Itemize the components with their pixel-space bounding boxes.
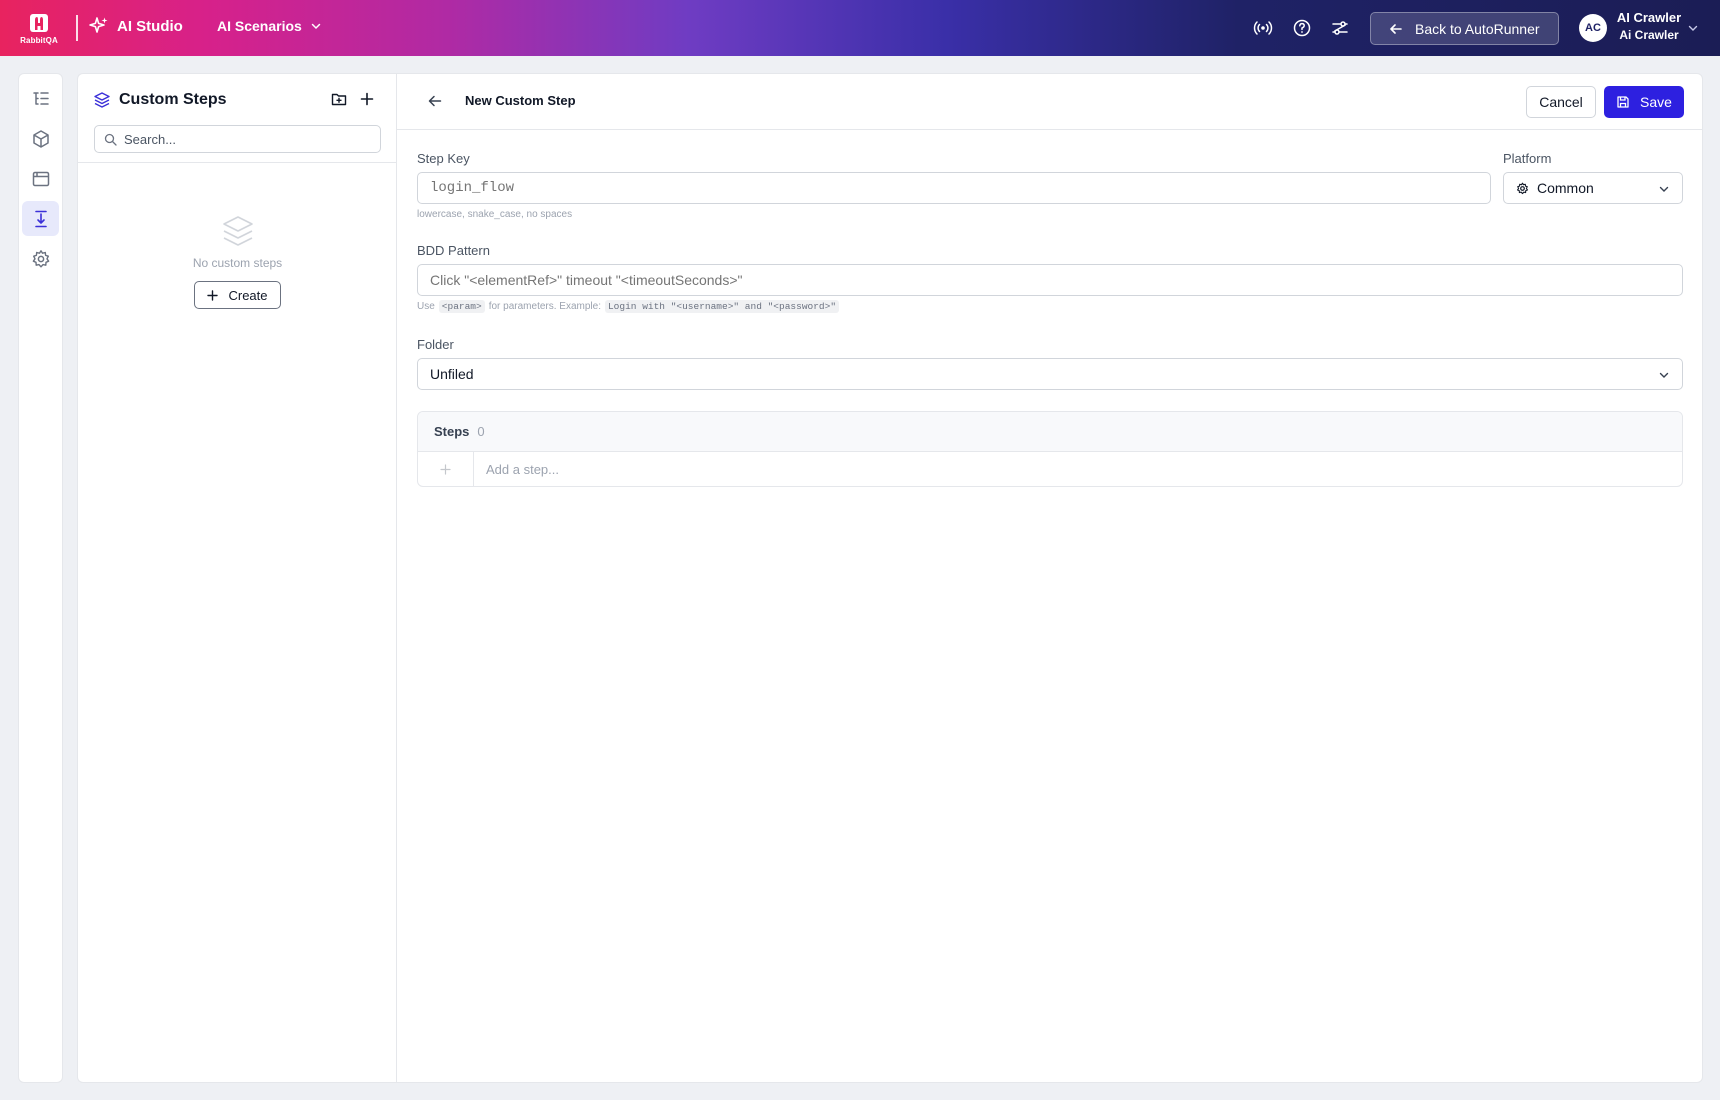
create-button[interactable]: Create	[194, 281, 281, 309]
bdd-pattern-input[interactable]	[430, 272, 1682, 288]
bdd-pattern-hint: Use <param> for parameters. Example: Log…	[417, 300, 840, 313]
header-divider	[76, 15, 78, 41]
panel-title-text: Custom Steps	[119, 91, 227, 108]
hint-middle: for parameters. Example:	[488, 301, 601, 312]
add-step-row	[418, 452, 1682, 486]
hint-param-code: <param>	[438, 300, 485, 313]
app-name: AI Studio	[117, 17, 183, 35]
browser-window-icon	[32, 171, 49, 186]
arrow-left-icon[interactable]	[427, 93, 443, 109]
folder-label: Folder	[417, 337, 454, 352]
empty-state: No custom steps Create	[78, 214, 397, 309]
folder-value: Unfiled	[430, 366, 474, 382]
step-key-field	[417, 172, 1491, 204]
editor-header: New Custom Step Cancel Save	[397, 74, 1702, 130]
platform-value: Common	[1537, 180, 1594, 196]
rail-item-pages[interactable]	[22, 161, 59, 196]
step-key-input[interactable]	[430, 180, 1490, 196]
save-disk-icon	[1617, 96, 1629, 108]
folder-select[interactable]: Unfiled	[417, 358, 1683, 390]
bdd-pattern-label: BDD Pattern	[417, 243, 490, 258]
custom-steps-panel: Custom Steps No custom steps Create	[77, 73, 397, 1083]
logo-text: RabbitQA	[20, 36, 58, 45]
search-input[interactable]	[124, 131, 364, 147]
plus-icon[interactable]	[359, 91, 375, 107]
back-to-autorunner-button[interactable]: Back to AutoRunner	[1370, 12, 1559, 45]
rail-item-components[interactable]	[22, 121, 59, 156]
gear-icon	[32, 249, 49, 267]
broadcast-icon[interactable]	[1252, 17, 1274, 39]
scenarios-menu[interactable]: AI Scenarios	[217, 18, 322, 34]
sparkles-icon	[89, 17, 108, 33]
rail-item-scenarios[interactable]	[22, 81, 59, 116]
settings-sliders-icon[interactable]	[1329, 17, 1351, 39]
scenarios-menu-label: AI Scenarios	[217, 18, 302, 34]
hint-prefix: Use	[417, 301, 435, 312]
step-into-icon	[34, 210, 47, 227]
steps-header: Steps 0	[418, 412, 1682, 452]
layers-icon	[94, 92, 110, 108]
list-tree-icon	[32, 91, 49, 105]
plus-icon	[440, 464, 451, 475]
chevron-down-icon	[1659, 372, 1669, 378]
new-folder-icon[interactable]	[331, 91, 347, 107]
add-step-plus-button[interactable]	[418, 452, 474, 486]
chevron-down-icon	[1659, 186, 1669, 192]
app-title[interactable]: AI Studio	[89, 16, 183, 36]
chevron-down-icon	[311, 23, 321, 30]
rabbitqa-logo[interactable]: RabbitQA	[18, 12, 60, 46]
top-header: RabbitQA AI Studio AI Scenarios Back to …	[0, 0, 1720, 56]
left-nav-rail	[18, 73, 63, 1083]
platform-label: Platform	[1503, 151, 1552, 166]
avatar[interactable]: AC	[1579, 14, 1607, 42]
arrow-left-icon	[1390, 23, 1402, 34]
add-step-input[interactable]	[486, 462, 1586, 477]
steps-section: Steps 0	[417, 411, 1683, 487]
save-button[interactable]: Save	[1604, 86, 1684, 118]
bdd-pattern-field	[417, 264, 1683, 296]
search-field	[94, 125, 381, 153]
rail-item-custom-steps[interactable]	[22, 201, 59, 236]
step-key-hint: lowercase, snake_case, no spaces	[417, 209, 573, 220]
plus-icon	[207, 289, 219, 301]
user-name: AI Crawler	[1616, 10, 1682, 25]
chevron-down-icon[interactable]	[1687, 22, 1699, 34]
create-button-label: Create	[228, 287, 268, 303]
empty-state-text: No custom steps	[192, 256, 283, 270]
help-icon[interactable]	[1291, 17, 1313, 39]
rail-item-settings[interactable]	[22, 241, 59, 276]
panel-actions	[331, 91, 375, 107]
user-menu[interactable]: AI Crawler Ai Crawler	[1613, 9, 1685, 44]
steps-title: Steps	[434, 424, 470, 439]
editor-title: New Custom Step	[465, 93, 576, 108]
hint-example-code: Login with "<username>" and "<password>"	[604, 300, 840, 313]
save-button-label: Save	[1640, 94, 1672, 110]
platform-select[interactable]: Common	[1503, 172, 1683, 204]
panel-divider	[78, 162, 397, 163]
rabbit-logo-icon	[30, 14, 48, 32]
steps-count: 0	[477, 424, 485, 439]
step-key-label: Step Key	[417, 151, 470, 166]
user-subtitle: Ai Crawler	[1619, 28, 1679, 42]
panel-title: Custom Steps	[93, 91, 227, 109]
cancel-button[interactable]: Cancel	[1526, 86, 1596, 118]
cube-icon	[32, 129, 49, 148]
layers-icon	[222, 216, 253, 246]
gear-icon	[1517, 182, 1528, 194]
custom-step-editor: New Custom Step Cancel Save Step Key low…	[396, 73, 1703, 1083]
back-button-label: Back to AutoRunner	[1415, 20, 1540, 37]
search-icon	[104, 133, 117, 146]
